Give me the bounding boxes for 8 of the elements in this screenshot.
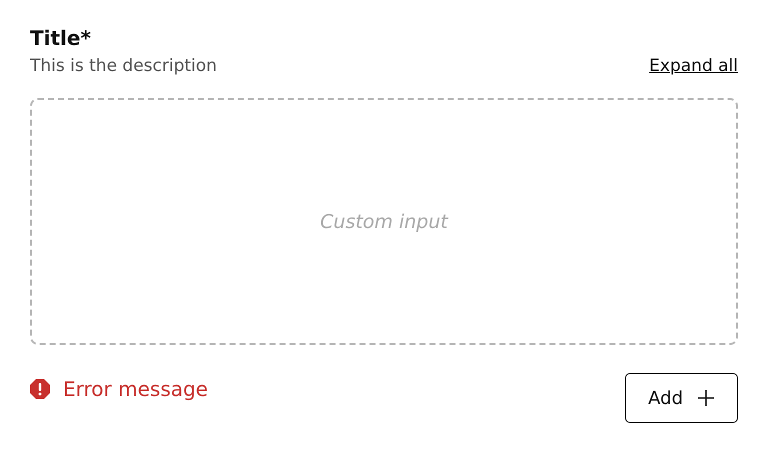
expand-all-link[interactable]: Expand all <box>649 56 738 76</box>
field-description: This is the description <box>30 56 217 76</box>
placeholder-text: Custom input <box>320 210 448 232</box>
error-message: Error message <box>63 377 208 401</box>
plus-icon <box>697 389 715 407</box>
field-title: Title* <box>30 26 92 50</box>
error-icon <box>30 379 50 399</box>
add-button[interactable]: Add <box>625 373 738 423</box>
